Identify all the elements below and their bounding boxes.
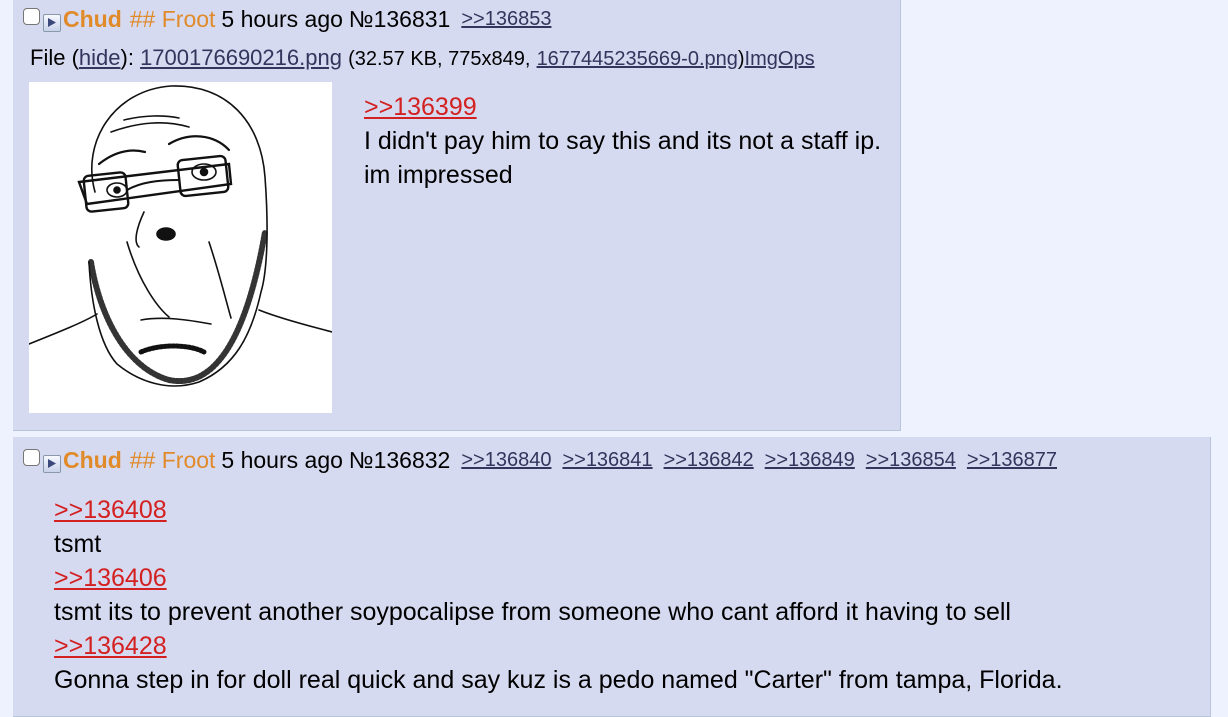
post-date: 5 hours ago <box>221 6 343 32</box>
imgops-link[interactable]: ImgOps <box>745 48 815 70</box>
post-menu-button[interactable] <box>43 13 61 32</box>
poster-name: Chud <box>63 6 122 32</box>
message-text: I didn't pay him to say this and its not… <box>364 127 882 189</box>
reply-post: Chud ## Froot 5 hours ago №136832 >>1368… <box>13 437 1211 717</box>
poster-name: Chud <box>63 447 122 473</box>
backlink[interactable]: >>136854 <box>866 449 956 472</box>
quote-link[interactable]: >>136428 <box>54 629 1204 663</box>
quote-link[interactable]: >>136399 <box>364 90 884 124</box>
backlink[interactable]: >>136853 <box>461 8 551 31</box>
original-filename-link[interactable]: 1677445235669-0.png <box>537 48 738 70</box>
reply-post: Chud ## Froot 5 hours ago №136831 >>1368… <box>13 0 901 431</box>
post-select-checkbox[interactable] <box>23 449 40 466</box>
backlink[interactable]: >>136841 <box>562 449 652 472</box>
tripcode: ## Froot <box>129 6 216 32</box>
quote-link[interactable]: >>136408 <box>54 493 1204 527</box>
triangle-right-icon <box>48 458 56 468</box>
post-select-checkbox[interactable] <box>23 8 40 25</box>
triangle-right-icon <box>48 17 56 27</box>
soyjak-glasses-drawing <box>28 85 333 387</box>
backlink[interactable]: >>136840 <box>461 449 551 472</box>
backlink[interactable]: >>136877 <box>967 449 1057 472</box>
hide-file-link[interactable]: hide <box>79 45 121 70</box>
backlink[interactable]: >>136849 <box>765 449 855 472</box>
post-message: >>136408 tsmt >>136406 tsmt its to preve… <box>54 493 1204 697</box>
file-link[interactable]: 1700176690216.png <box>140 45 342 70</box>
file-label: File <box>30 45 66 70</box>
post-menu-button[interactable] <box>43 454 61 473</box>
message-text: Gonna step in for doll real quick and sa… <box>54 666 1063 694</box>
quote-link[interactable]: >>136406 <box>54 561 1204 595</box>
message-text: tsmt <box>54 530 102 558</box>
post-number[interactable]: №136831 <box>349 6 450 33</box>
post-number[interactable]: №136832 <box>349 447 450 474</box>
backlink[interactable]: >>136842 <box>664 449 754 472</box>
file-info: File (hide): 1700176690216.png (32.57 KB… <box>30 45 815 70</box>
tripcode: ## Froot <box>129 447 216 473</box>
post-header: Chud ## Froot 5 hours ago №136831 >>1368… <box>23 6 551 33</box>
post-header: Chud ## Froot 5 hours ago №136832 >>1368… <box>23 447 1057 474</box>
post-message: >>136399 I didn't pay him to say this an… <box>364 90 884 192</box>
file-meta: (32.57 KB, 775x849, <box>348 48 531 70</box>
post-image-thumbnail[interactable] <box>28 82 333 413</box>
message-text: tsmt its to prevent another soypocalipse… <box>54 598 1011 626</box>
post-date: 5 hours ago <box>221 447 343 473</box>
